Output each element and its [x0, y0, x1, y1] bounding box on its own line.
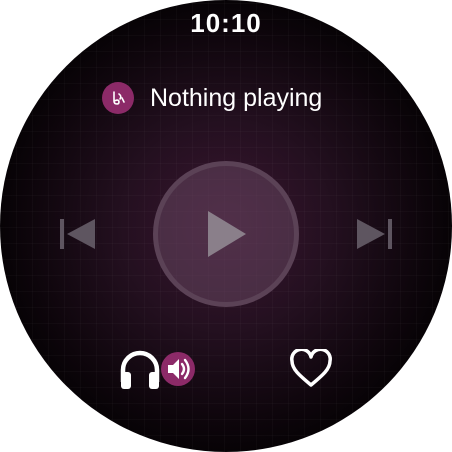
now-playing-label: Nothing playing: [150, 83, 323, 112]
skip-previous-icon: [60, 219, 95, 249]
play-button[interactable]: [153, 161, 299, 307]
next-button[interactable]: [348, 208, 400, 260]
status-time: 10:10: [190, 8, 262, 38]
music-app-icon: [102, 82, 134, 114]
watch-face: 10:10 Nothing playing: [0, 0, 452, 452]
audio-output-button[interactable]: [118, 344, 198, 394]
like-button[interactable]: [284, 344, 338, 394]
play-icon: [208, 211, 246, 257]
now-playing-chip[interactable]: Nothing playing: [102, 82, 322, 114]
headphones-volume-icon: [120, 350, 195, 389]
skip-next-icon: [357, 219, 392, 249]
heart-outline-icon: [290, 349, 332, 387]
previous-button[interactable]: [52, 208, 104, 260]
